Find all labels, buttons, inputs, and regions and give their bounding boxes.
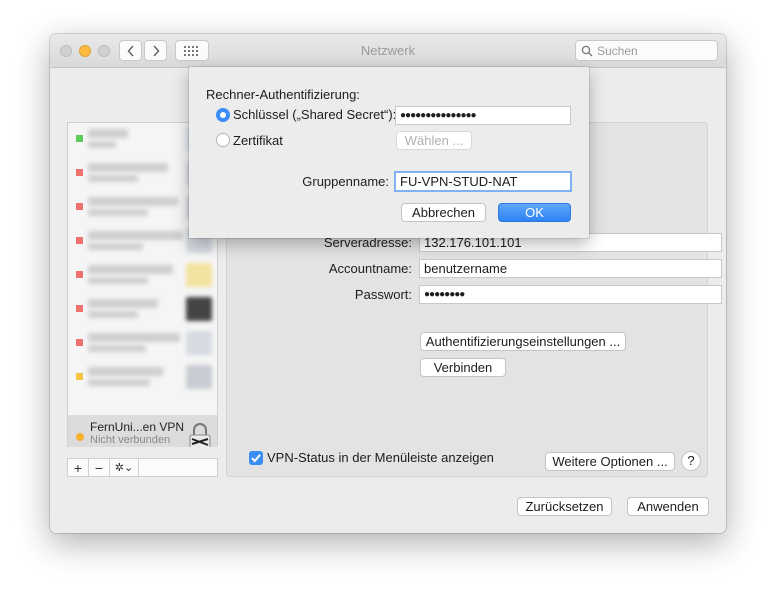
shared-secret-radio[interactable]	[216, 108, 230, 122]
shared-secret-label: Schlüssel („Shared Secret“):	[233, 107, 397, 122]
list-item[interactable]	[68, 327, 217, 361]
status-dot	[76, 271, 83, 278]
more-options-button[interactable]: Weitere Optionen ...	[545, 452, 675, 471]
status-dot	[76, 203, 83, 210]
service-name: FernUni...en VPN	[90, 420, 185, 434]
choose-certificate-button[interactable]: Wählen ...	[396, 131, 472, 150]
machine-authentication-sheet: Rechner-Authentifizierung: Schlüssel („S…	[189, 67, 589, 238]
group-name-label: Gruppenname:	[302, 174, 389, 189]
revert-button[interactable]: Zurücksetzen	[517, 497, 612, 516]
system-preferences-window: Netzwerk Suchen FernUni...en VPN Nicht v…	[50, 34, 726, 533]
shared-secret-field[interactable]: ●●●●●●●●●●●●●●●	[395, 106, 571, 125]
search-placeholder: Suchen	[597, 43, 638, 58]
list-item[interactable]	[68, 259, 217, 293]
status-dot	[76, 135, 83, 142]
search-field[interactable]: Suchen	[575, 40, 718, 61]
add-service-button[interactable]: +	[68, 459, 89, 476]
show-vpn-status-checkbox[interactable]	[249, 451, 263, 465]
status-dot	[76, 237, 83, 244]
list-item[interactable]	[68, 361, 217, 395]
service-status: Nicht verbunden	[90, 434, 171, 446]
list-item[interactable]	[68, 293, 217, 327]
status-dot	[76, 305, 83, 312]
show-vpn-status-label: VPN-Status in der Menüleiste anzeigen	[267, 450, 494, 465]
status-dot	[76, 339, 83, 346]
action-menu-button[interactable]: ✲⌄	[110, 459, 139, 476]
status-dot	[76, 169, 83, 176]
password-label: Passwort:	[354, 287, 412, 302]
ok-button[interactable]: OK	[498, 203, 571, 222]
vpn-lock-icon	[189, 423, 211, 447]
certificate-radio[interactable]	[216, 133, 230, 147]
search-icon	[581, 45, 593, 56]
authentication-settings-button[interactable]: Authentifizierungseinstellungen ...	[420, 332, 626, 351]
service-list-toolbar: + − ✲⌄	[67, 458, 218, 477]
status-dot	[76, 433, 84, 441]
title-bar: Netzwerk Suchen	[50, 34, 726, 68]
checkmark-icon	[251, 454, 261, 463]
sheet-heading: Rechner-Authentifizierung:	[206, 87, 360, 102]
password-field[interactable]: ●●●●●●●●	[419, 285, 722, 304]
status-dot	[76, 373, 83, 380]
apply-button[interactable]: Anwenden	[627, 497, 709, 516]
group-name-field[interactable]: FU-VPN-STUD-NAT	[394, 171, 572, 192]
certificate-label: Zertifikat	[233, 133, 283, 148]
help-button[interactable]: ?	[681, 451, 701, 471]
account-name-label: Accountname:	[328, 261, 412, 276]
remove-service-button[interactable]: −	[89, 459, 110, 476]
cancel-button[interactable]: Abbrechen	[401, 203, 486, 222]
list-item-vpn-selected[interactable]: FernUni...en VPN Nicht verbunden	[68, 415, 217, 447]
account-name-field[interactable]: benutzername	[419, 259, 722, 278]
connect-button[interactable]: Verbinden	[420, 358, 506, 377]
